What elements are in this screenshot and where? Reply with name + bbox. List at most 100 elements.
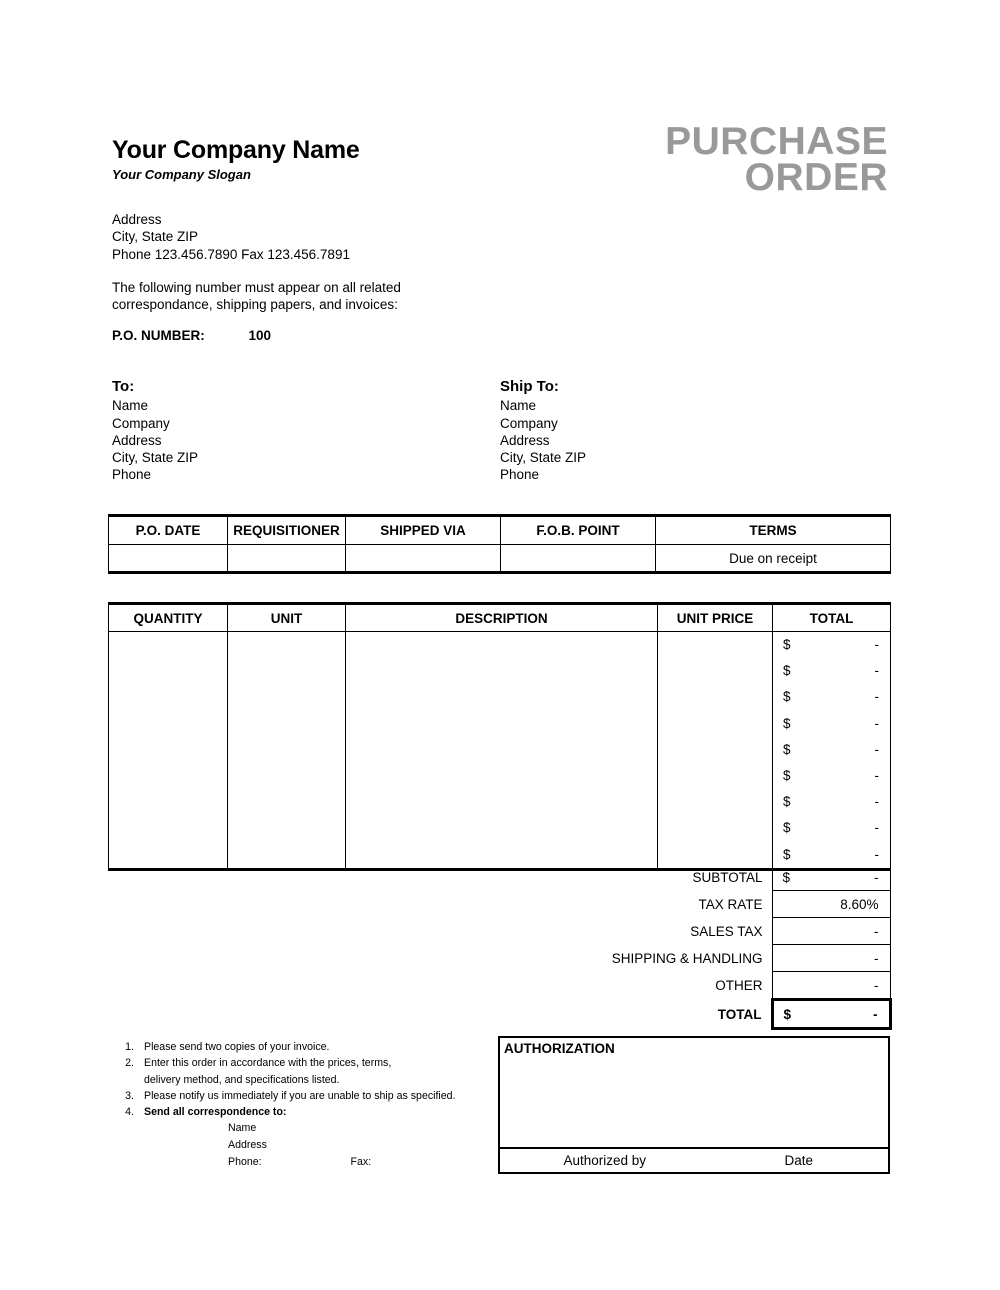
document-title-line-2: ORDER — [744, 156, 888, 199]
instruction-text-1: Please send two copies of your invoice. — [144, 1041, 330, 1053]
bill-to-heading: To: — [112, 378, 135, 395]
line-total-currency: $ — [783, 689, 791, 705]
correspondence-fax-label: Fax: — [350, 1156, 372, 1169]
bill-to-phone[interactable]: Phone — [112, 466, 198, 483]
bill-to-block: To: Name Company Address City, State ZIP… — [112, 378, 198, 484]
line-total-amount: - — [874, 767, 880, 783]
description-entry-area[interactable] — [345, 631, 658, 871]
line-total-amount: - — [874, 689, 880, 705]
header-total: TOTAL — [772, 602, 891, 632]
quantity-entry-area[interactable] — [108, 631, 228, 871]
authorization-date-label: Date — [784, 1153, 814, 1168]
line-total-currency: $ — [783, 663, 791, 679]
po-number-notice: The following number must appear on all … — [112, 279, 401, 314]
bill-to-name[interactable]: Name — [112, 397, 198, 414]
line-total-currency: $ — [783, 794, 791, 810]
header-requisitioner: REQUISITIONER — [227, 514, 346, 545]
header-terms: TERMS — [655, 514, 891, 545]
line-total-amount: - — [874, 637, 880, 652]
authorization-title: AUTHORIZATION — [504, 1041, 615, 1056]
company-address-block: Address City, State ZIP Phone 123.456.78… — [112, 211, 350, 263]
value-fob-point[interactable] — [500, 544, 656, 574]
subtotal-value-cell: $ - — [771, 864, 891, 891]
ship-to-block: Ship To: Name Company Address City, Stat… — [500, 378, 586, 484]
header-fob-point: F.O.B. POINT — [500, 514, 656, 545]
other-value-cell[interactable]: - — [771, 971, 891, 1000]
bill-to-city-state-zip[interactable]: City, State ZIP — [112, 449, 198, 466]
correspondence-address[interactable]: Address — [118, 1137, 488, 1154]
totals-row-sales-tax: SALES TAX - — [470, 917, 891, 945]
ship-to-company[interactable]: Company — [500, 415, 586, 432]
line-total-row: $ - — [773, 737, 890, 763]
value-requisitioner[interactable] — [227, 544, 346, 574]
correspondence-phone-fax: Phone: Fax: — [118, 1154, 488, 1171]
line-total-currency: $ — [783, 767, 791, 783]
grand-total-value: - — [873, 1006, 878, 1022]
line-total-currency: $ — [783, 820, 791, 836]
line-total-row: $ - — [773, 763, 890, 789]
correspondence-phone-label: Phone: — [228, 1156, 262, 1169]
po-number-row: P.O. NUMBER: 100 — [112, 328, 271, 343]
order-info-table: P.O. DATE REQUISITIONER SHIPPED VIA F.O.… — [108, 514, 891, 574]
company-phone-fax-line: Phone 123.456.7890 Fax 123.456.7891 — [112, 246, 350, 262]
totals-row-other: OTHER - — [470, 971, 891, 1000]
line-total-row: $ - — [773, 711, 890, 737]
unit-entry-area[interactable] — [227, 631, 346, 871]
document-title-line-1: PURCHASE — [665, 120, 888, 163]
line-total-row: $ - — [773, 658, 890, 684]
order-info-value-row: Due on receipt — [108, 544, 891, 574]
line-items-table: QUANTITY UNIT DESCRIPTION UNIT PRICE TOT… — [108, 602, 891, 871]
authorized-by-label: Authorized by — [563, 1153, 647, 1168]
line-total-amount: - — [874, 794, 880, 810]
po-number-value[interactable]: 100 — [249, 328, 272, 343]
instruction-text-4: Send all correspondence to: — [144, 1106, 287, 1119]
unit-price-entry-area[interactable] — [657, 631, 773, 871]
value-terms[interactable]: Due on receipt — [655, 544, 891, 574]
totals-row-shipping: SHIPPING & HANDLING - — [470, 944, 891, 972]
line-total-amount: - — [874, 741, 880, 757]
instruction-text-3: Please notify us immediately if you are … — [144, 1089, 456, 1102]
ship-to-heading: Ship To: — [500, 378, 559, 395]
value-po-date[interactable] — [108, 544, 228, 574]
header-unit-price: UNIT PRICE — [657, 602, 773, 632]
instructions-list: 1. Please send two copies of your invoic… — [118, 1039, 488, 1171]
tax-rate-value-cell[interactable]: 8.60% — [771, 890, 891, 918]
line-total-row: $ - — [773, 684, 890, 710]
order-info-header-row: P.O. DATE REQUISITIONER SHIPPED VIA F.O.… — [108, 514, 891, 545]
instruction-number-4: 4. — [125, 1106, 134, 1119]
instruction-number-3: 3. — [125, 1089, 134, 1102]
totals-row-tax-rate: TAX RATE 8.60% — [470, 890, 891, 918]
po-number-notice-line-1: The following number must appear on all … — [112, 280, 401, 295]
line-total-amount: - — [874, 820, 880, 836]
ship-to-phone[interactable]: Phone — [500, 466, 586, 483]
subtotal-value: - — [874, 869, 879, 885]
sales-tax-value-cell: - — [771, 917, 891, 945]
line-total-currency: $ — [783, 637, 791, 652]
ship-to-address[interactable]: Address — [500, 432, 586, 449]
ship-to-city-state-zip[interactable]: City, State ZIP — [500, 449, 586, 466]
totals-table: SUBTOTAL $ - TAX RATE 8.60% SALES TAX - … — [470, 864, 892, 1030]
shipping-handling-label: SHIPPING & HANDLING — [611, 950, 763, 966]
company-slogan: Your Company Slogan — [112, 167, 251, 182]
value-shipped-via[interactable] — [345, 544, 501, 574]
shipping-handling-value: - — [874, 950, 879, 966]
bill-to-company[interactable]: Company — [112, 415, 198, 432]
document-title: PURCHASE ORDER — [368, 120, 888, 199]
authorization-box[interactable]: AUTHORIZATION Authorized by Date — [498, 1036, 890, 1174]
subtotal-currency: $ — [782, 869, 791, 885]
bill-to-address[interactable]: Address — [112, 432, 198, 449]
instruction-text-2-continued: delivery method, and specifications list… — [144, 1073, 340, 1086]
header-quantity: QUANTITY — [108, 602, 228, 632]
instruction-item-4: 4. Send all correspondence to: — [118, 1104, 488, 1120]
instruction-number-2: 2. — [125, 1057, 134, 1070]
ship-to-name[interactable]: Name — [500, 397, 586, 414]
instruction-item-2: 2. Enter this order in accordance with t… — [118, 1055, 488, 1088]
po-number-notice-line-2: correspondance, shipping papers, and inv… — [112, 297, 398, 313]
header-description: DESCRIPTION — [345, 602, 658, 632]
correspondence-name[interactable]: Name — [118, 1120, 488, 1137]
sales-tax-label: SALES TAX — [690, 923, 763, 939]
grand-total-value-cell: $ - — [770, 998, 892, 1030]
purchase-order-document: Your Company Name Your Company Slogan PU… — [0, 0, 1000, 1290]
instruction-item-1: 1. Please send two copies of your invoic… — [118, 1039, 488, 1055]
shipping-handling-value-cell[interactable]: - — [771, 944, 891, 972]
